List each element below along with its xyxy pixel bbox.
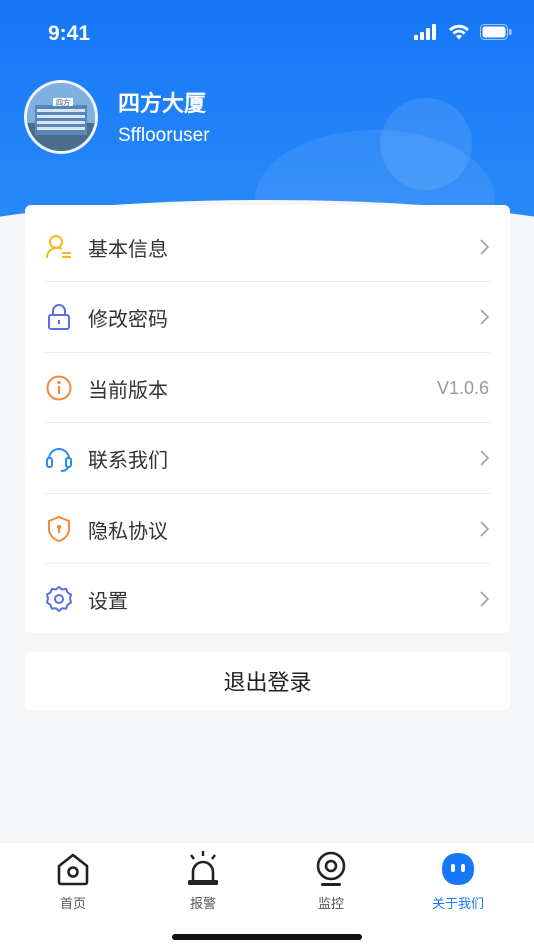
version-value: V1.0.6 [436,377,489,398]
chevron-right-icon [480,450,490,466]
about-us-icon [438,849,478,889]
alarm-siren-icon [183,849,223,889]
tab-label: 首页 [59,897,86,912]
decorative-bubble [380,98,472,190]
info-icon [45,374,73,402]
menu-item-privacy-policy[interactable]: 隐私协议 [25,494,510,564]
chevron-right-icon [480,591,490,607]
wifi-icon [449,24,469,40]
tab-home[interactable]: 首页 [28,849,118,915]
home-icon [53,849,93,889]
shield-icon [45,515,73,543]
status-bar: 9:41 [0,0,534,70]
menu-item-current-version[interactable]: 当前版本 V1.0.6 [25,353,510,423]
status-icons [414,24,512,40]
tab-about-us[interactable]: 关于我们 [413,849,503,915]
chevron-right-icon [480,239,490,255]
menu-item-change-password[interactable]: 修改密码 [25,282,510,352]
menu-item-label: 设置 [88,588,128,613]
gear-icon [45,585,73,613]
tab-label: 关于我们 [431,897,484,912]
menu-item-basic-info[interactable]: 基本信息 [25,212,510,282]
tab-label: 报警 [189,897,216,912]
menu-card: 基本信息 修改密码 当前版本 V1.0.6 联系我们 隐私协议 设置 [25,205,510,633]
menu-item-label: 基本信息 [88,236,168,261]
cellular-signal-icon [414,24,436,40]
lock-icon [45,303,73,331]
status-time: 9:41 [48,22,91,45]
battery-icon [480,24,512,40]
avatar[interactable]: 四方 [24,80,98,154]
tab-monitor[interactable]: 监控 [286,849,376,915]
building-photo: 四方 [27,83,95,151]
menu-item-settings[interactable]: 设置 [25,564,510,634]
menu-item-label: 联系我们 [88,447,168,472]
chevron-right-icon [480,521,490,537]
avatar-logo-text: 四方 [56,98,70,107]
menu-item-label: 修改密码 [88,306,168,331]
headset-icon [45,444,73,472]
tab-alarm[interactable]: 报警 [158,849,248,915]
camera-icon [311,849,351,889]
chevron-right-icon [480,309,490,325]
user-info-icon [45,233,73,261]
logout-button[interactable]: 退出登录 [25,652,510,710]
menu-item-label: 当前版本 [88,377,168,402]
profile-name: 四方大厦 [118,92,207,117]
profile-username: Sfflooruser [118,125,210,146]
menu-item-label: 隐私协议 [88,518,168,543]
menu-item-contact-us[interactable]: 联系我们 [25,423,510,493]
tab-label: 监控 [317,897,344,912]
home-indicator [172,934,362,940]
